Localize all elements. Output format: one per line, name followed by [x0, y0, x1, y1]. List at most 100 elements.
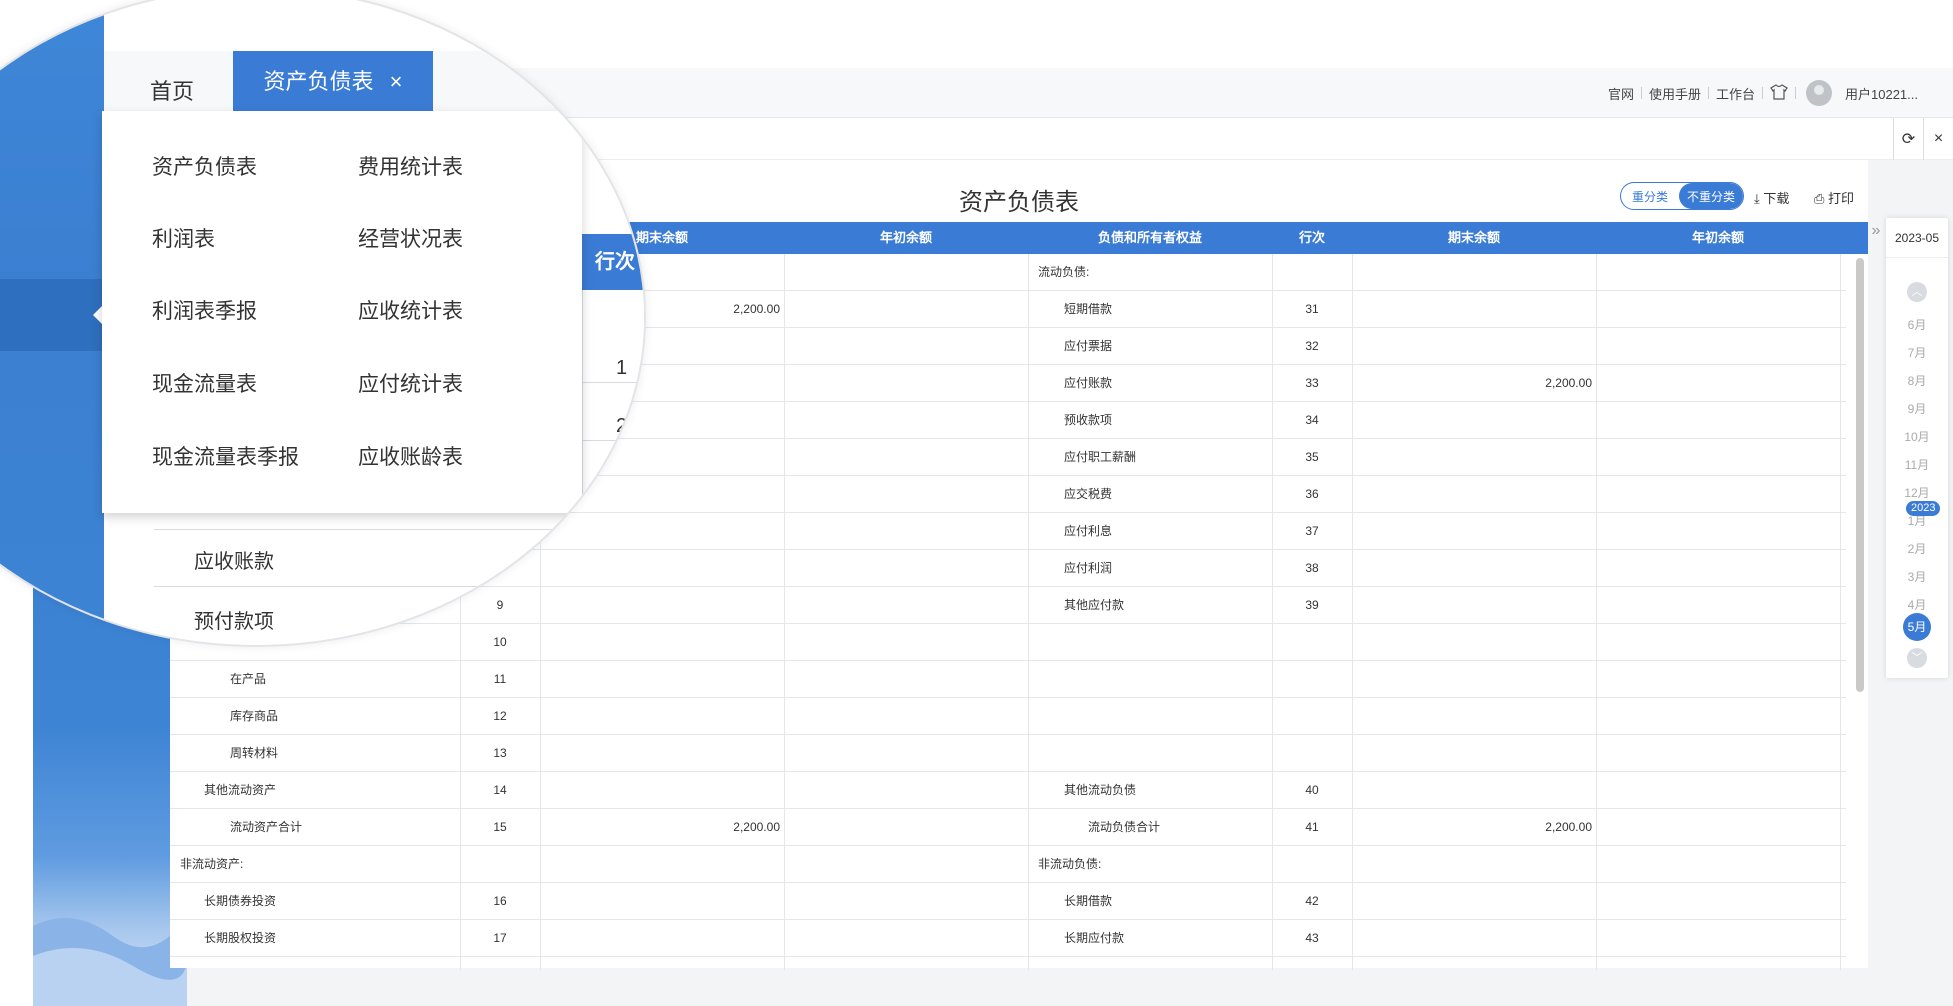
table-cell — [1038, 624, 1268, 661]
col-divider — [1596, 254, 1597, 970]
header-right-begin: 年初余额 — [1691, 230, 1744, 245]
month-item[interactable]: 3月 — [1886, 568, 1948, 585]
menu-item[interactable]: 应收统计表 — [358, 295, 463, 325]
table-cell: 应付利润 — [1064, 561, 1113, 575]
print-icon: ⎙ — [1814, 191, 1825, 206]
app-root: 官网 使用手册 工作台 用户10221... 智管 — [0, 0, 1953, 1006]
lens-item: 应收账款 — [194, 551, 274, 573]
scroll-down-icon[interactable]: ﹀ — [1907, 648, 1927, 668]
month-item[interactable]: 8月 — [1886, 372, 1948, 389]
menu-item[interactable]: 经营状况表 — [358, 223, 463, 253]
month-item[interactable]: 6月 — [1886, 316, 1948, 333]
menu-item[interactable]: 利润表季报 — [152, 295, 257, 325]
table-cell: 应交税费 — [1064, 487, 1113, 501]
sidebar-background-art — [33, 916, 187, 1006]
toggle-option-reclassify[interactable]: 重分类 — [1621, 188, 1679, 205]
col-divider — [1028, 254, 1029, 970]
tab-home[interactable]: 首页 — [150, 74, 194, 106]
current-period: 2023-05 — [1886, 218, 1948, 258]
table-cell — [784, 698, 1024, 735]
header-right-end: 期末余额 — [1447, 230, 1500, 245]
table-row: 非流动资产: 非流动负债: — [170, 846, 1846, 883]
report-menu-dropdown: 资产负债表 费用统计表 利润表 经营状况表 利润表季报 应收统计表 现金流量表 … — [102, 111, 582, 513]
table-row: 长期股权投资 17 长期应付款 43 — [170, 920, 1846, 957]
menu-item[interactable]: 现金流量表 — [152, 368, 257, 398]
table-cell: 11 — [493, 672, 507, 686]
table-cell: 应付票据 — [1064, 339, 1113, 353]
date-panel: 2023-05 ︿ 6月 7月 8月 9月 10月 11月 12月 1月 2月 3月 4月 2023… — [1886, 218, 1948, 678]
refresh-icon[interactable]: ⟳ — [1893, 118, 1923, 160]
collapse-date-panel-icon[interactable]: » — [1866, 222, 1886, 246]
menu-item[interactable]: 应付统计表 — [358, 368, 463, 398]
month-item[interactable]: 11月 — [1886, 456, 1948, 473]
menu-item[interactable]: 费用统计表 — [358, 151, 463, 181]
table-cell — [1596, 513, 1836, 550]
table-cell — [1272, 624, 1352, 661]
table-cell: 长期应付款 — [1064, 931, 1125, 945]
table-cell — [1596, 846, 1836, 883]
table-cell — [784, 291, 1024, 328]
print-button[interactable]: ⎙ 打印 — [1814, 188, 1854, 207]
year-badge: 2023 — [1906, 501, 1941, 516]
table-cell — [1352, 476, 1592, 513]
col-divider — [1272, 254, 1273, 970]
table-cell — [1352, 698, 1592, 735]
table-cell: 39 — [1305, 598, 1319, 612]
table-cell: 42 — [1305, 894, 1319, 908]
month-item[interactable]: 9月 — [1886, 400, 1948, 417]
table-cell — [784, 439, 1024, 476]
tab-balance-sheet[interactable]: 资产负债表 × — [233, 51, 433, 111]
table-row: 在产品 11 — [170, 661, 1846, 698]
table-scrollbar[interactable] — [1856, 258, 1864, 692]
table-cell: 应付利息 — [1064, 524, 1113, 538]
table-cell — [1352, 624, 1592, 661]
table-cell: 应付职工薪酬 — [1064, 450, 1137, 464]
close-icon[interactable]: × — [1923, 118, 1953, 160]
month-item[interactable]: 4月 — [1886, 596, 1948, 613]
table-cell — [540, 698, 780, 735]
scroll-up-icon[interactable]: ︿ — [1907, 282, 1927, 302]
toggle-option-no-reclassify[interactable]: 不重分类 — [1679, 183, 1743, 209]
lens-row-num: 2 — [616, 415, 628, 437]
table-cell: 2,200.00 — [1545, 376, 1592, 390]
table-cell — [540, 883, 780, 920]
table-cell: 长期股权投资 — [204, 931, 277, 945]
menu-item[interactable]: 现金流量表季报 — [152, 441, 299, 471]
table-cell: 14 — [493, 783, 507, 797]
table-cell: 2,200.00 — [1545, 820, 1592, 834]
header-right-row: 行次 — [1298, 230, 1325, 245]
table-cell — [1596, 328, 1836, 365]
table-cell — [1038, 698, 1268, 735]
menu-item[interactable]: 应收账龄表 — [358, 441, 463, 471]
table-cell: 17 — [493, 931, 507, 945]
table-cell — [1352, 328, 1592, 365]
lens-sidebar-active — [0, 279, 105, 351]
menu-item[interactable]: 资产负债表 — [152, 151, 257, 181]
download-button[interactable]: ⤓ 下载 — [1754, 188, 1789, 207]
table-row: 流动资产合计 15 2,200.00 流动负债合计 41 2,200.00 — [170, 809, 1846, 846]
month-item[interactable]: 12月 — [1886, 484, 1948, 501]
table-cell — [784, 920, 1024, 957]
selected-month[interactable]: 5月 — [1903, 613, 1931, 641]
month-item[interactable]: 10月 — [1886, 428, 1948, 445]
table-cell — [1352, 772, 1592, 809]
menu-item[interactable]: 利润表 — [152, 223, 215, 253]
lens-row-num: 1 — [616, 357, 628, 379]
table-cell — [1596, 735, 1836, 772]
magnifier-lens: 首页 资产负债表 × 行次 1 2 应收账款 预付款项 资产负债表 费用统计表 … — [0, 0, 646, 647]
tab-close-icon[interactable]: × — [390, 69, 403, 94]
table-cell: 31 — [1305, 302, 1319, 316]
table-row: 长期债券投资 16 长期借款 42 — [170, 883, 1846, 920]
reclassify-toggle[interactable]: 重分类 不重分类 — [1620, 182, 1744, 210]
table-cell: 短期借款 — [1064, 302, 1113, 316]
month-item[interactable]: 2月 — [1886, 540, 1948, 557]
tab-balance-sheet-label: 资产负债表 — [263, 69, 374, 94]
month-item[interactable]: 7月 — [1886, 344, 1948, 361]
table-cell — [1272, 698, 1352, 735]
table-cell — [784, 513, 1024, 550]
table-cell — [784, 476, 1024, 513]
table-cell — [1272, 661, 1352, 698]
table-cell — [784, 735, 1024, 772]
table-cell — [784, 328, 1024, 365]
table-cell: 非流动资产: — [180, 857, 244, 871]
